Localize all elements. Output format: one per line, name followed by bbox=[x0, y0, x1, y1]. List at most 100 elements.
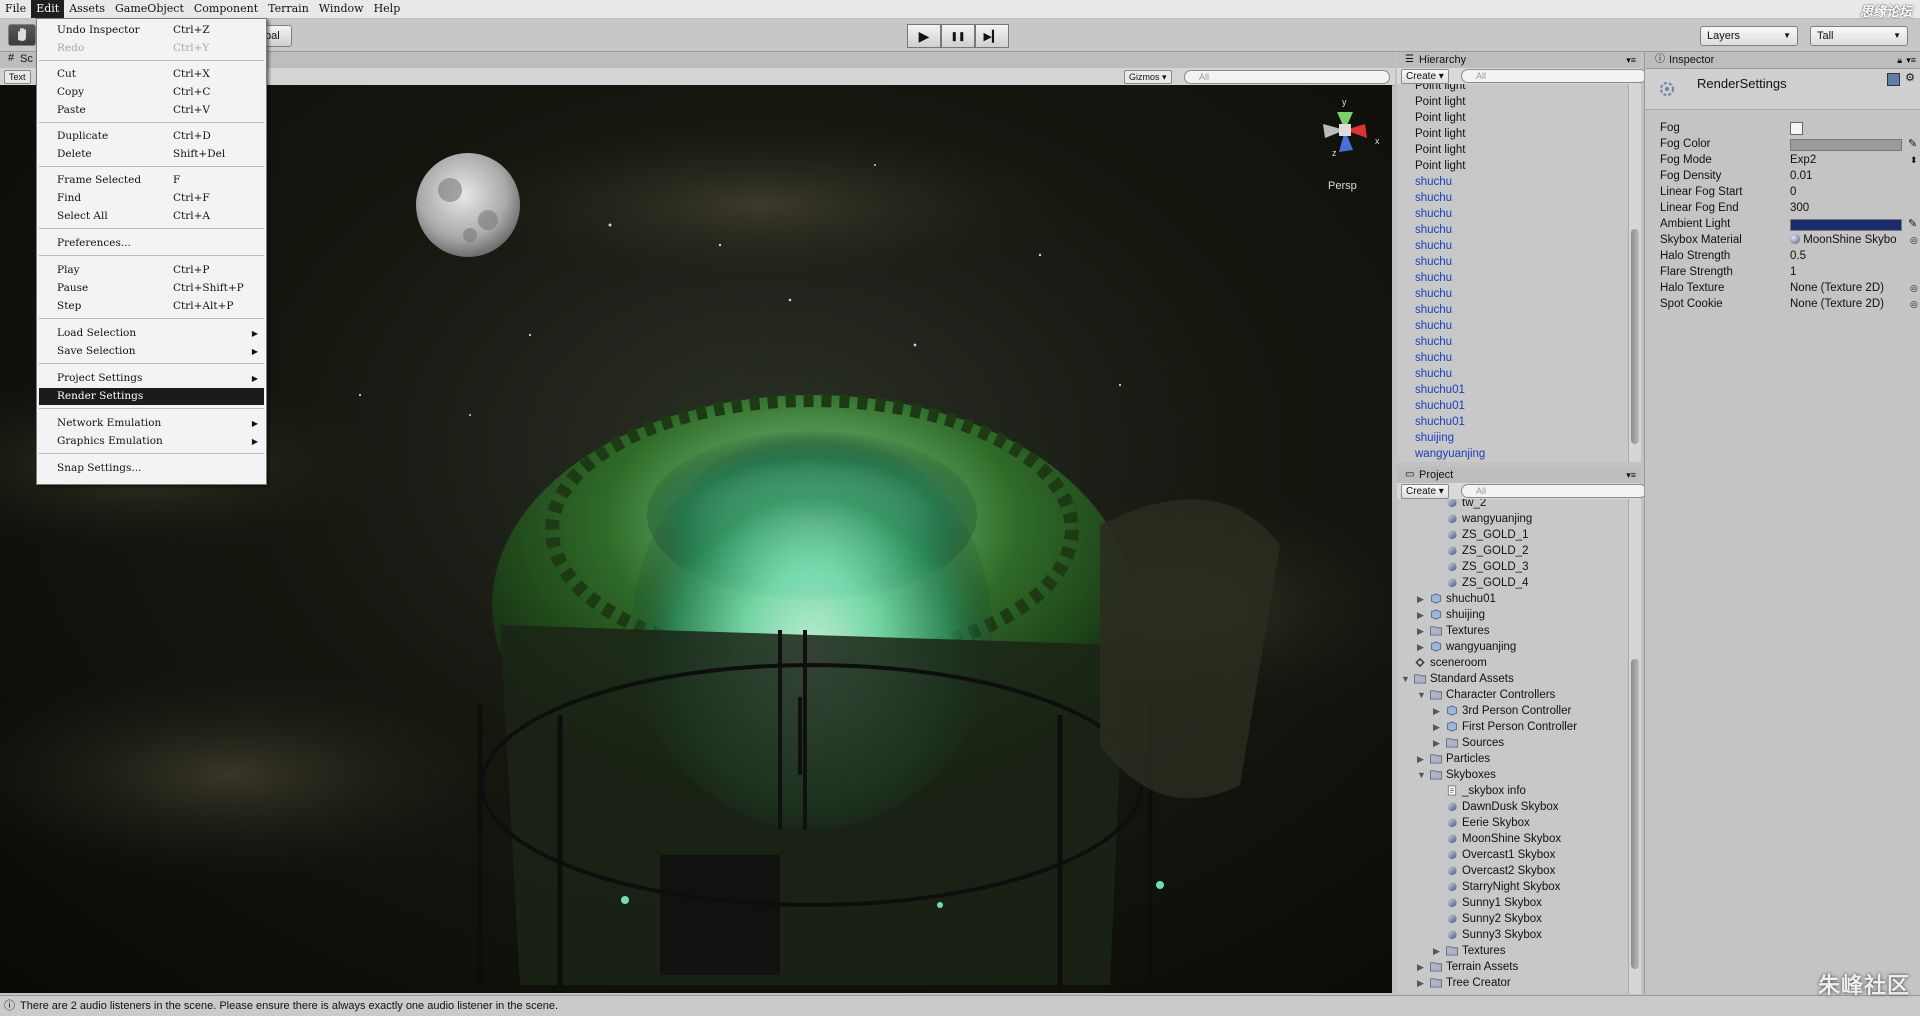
menu-item-paste[interactable]: Paste Ctrl+V bbox=[39, 102, 264, 119]
menu-item-load-selection[interactable]: Load Selection ▶ bbox=[39, 325, 264, 342]
list-item[interactable]: ▶ Particles bbox=[1397, 751, 1628, 767]
eyedropper-icon[interactable]: ✎ bbox=[1908, 136, 1917, 152]
list-item[interactable]: wangyuanjing bbox=[1397, 511, 1628, 527]
hierarchy-item[interactable]: Point light bbox=[1397, 94, 1628, 110]
scrollbar-thumb[interactable] bbox=[1631, 229, 1639, 444]
list-item[interactable]: ▶ Terrain Assets bbox=[1397, 959, 1628, 975]
panel-menu-icon[interactable]: ▾≡ bbox=[1626, 52, 1636, 68]
expand-arrow-icon[interactable]: ▶ bbox=[1417, 959, 1424, 975]
skybox-material-field[interactable]: MoonShine Skybo bbox=[1790, 232, 1897, 248]
step-button[interactable]: ▶▎ bbox=[975, 24, 1009, 48]
list-item[interactable]: _skybox info bbox=[1397, 783, 1628, 799]
menu-edit[interactable]: Edit bbox=[31, 0, 65, 18]
hierarchy-item[interactable]: shuchu bbox=[1397, 318, 1628, 334]
hierarchy-item[interactable]: shuchu bbox=[1397, 222, 1628, 238]
gear-icon[interactable]: ⚙ bbox=[1905, 71, 1915, 84]
menu-item-network-emulation[interactable]: Network Emulation ▶ bbox=[39, 415, 264, 432]
list-item[interactable]: ZS_GOLD_1 bbox=[1397, 527, 1628, 543]
menu-item-cut[interactable]: Cut Ctrl+X bbox=[39, 66, 264, 83]
linear-fog-start-field[interactable]: 0 bbox=[1790, 184, 1796, 200]
fog-density-field[interactable]: 0.01 bbox=[1790, 168, 1812, 184]
menu-gameobject[interactable]: GameObject bbox=[110, 0, 189, 18]
hand-tool-button[interactable] bbox=[8, 24, 36, 46]
list-item[interactable]: Eerie Skybox bbox=[1397, 815, 1628, 831]
flare-strength-field[interactable]: 1 bbox=[1790, 264, 1796, 280]
help-book-icon[interactable] bbox=[1887, 73, 1900, 86]
list-item[interactable]: ▼ Character Controllers bbox=[1397, 687, 1628, 703]
hierarchy-item[interactable]: shuchu bbox=[1397, 238, 1628, 254]
expand-arrow-icon[interactable]: ▶ bbox=[1417, 607, 1424, 623]
hierarchy-item[interactable]: shuchu bbox=[1397, 254, 1628, 270]
menu-item-duplicate[interactable]: Duplicate Ctrl+D bbox=[39, 128, 264, 145]
tab-project[interactable]: Project bbox=[1419, 467, 1453, 483]
hierarchy-item[interactable]: Point light bbox=[1397, 142, 1628, 158]
expand-arrow-icon[interactable]: ▶ bbox=[1433, 943, 1440, 959]
menu-window[interactable]: Window bbox=[314, 0, 369, 18]
hierarchy-item[interactable]: shuchu bbox=[1397, 334, 1628, 350]
menu-item-pause[interactable]: Pause Ctrl+Shift+P bbox=[39, 280, 264, 297]
list-item[interactable]: ▶ shuchu01 bbox=[1397, 591, 1628, 607]
expand-arrow-icon[interactable]: ▶ bbox=[1433, 735, 1440, 751]
list-item[interactable]: ZS_GOLD_2 bbox=[1397, 543, 1628, 559]
hierarchy-item[interactable]: shuchu bbox=[1397, 174, 1628, 190]
hierarchy-item[interactable]: shuchu bbox=[1397, 270, 1628, 286]
view-mode-label[interactable]: Persp bbox=[1328, 180, 1357, 192]
list-item[interactable]: Sunny2 Skybox bbox=[1397, 911, 1628, 927]
hierarchy-item[interactable]: Point light bbox=[1397, 84, 1628, 94]
list-item[interactable]: ▼ Standard Assets bbox=[1397, 671, 1628, 687]
menu-item-undo[interactable]: Undo Inspector Ctrl+Z bbox=[39, 22, 264, 39]
scene-search-input[interactable]: All bbox=[1184, 70, 1390, 84]
project-create-button[interactable]: Create ▾ bbox=[1401, 484, 1449, 499]
list-item[interactable]: Overcast2 Skybox bbox=[1397, 863, 1628, 879]
layers-dropdown[interactable]: Layers ▼ bbox=[1700, 26, 1798, 46]
expand-arrow-icon[interactable]: ▶ bbox=[1417, 639, 1424, 655]
hierarchy-item[interactable]: shuchu01 bbox=[1397, 398, 1628, 414]
expand-arrow-icon[interactable]: ▶ bbox=[1433, 719, 1440, 735]
halo-texture-field[interactable]: None (Texture 2D) bbox=[1790, 280, 1884, 296]
tab-hierarchy[interactable]: Hierarchy bbox=[1419, 52, 1466, 68]
menu-item-save-selection[interactable]: Save Selection ▶ bbox=[39, 343, 264, 360]
menu-item-copy[interactable]: Copy Ctrl+C bbox=[39, 84, 264, 101]
pause-button[interactable]: ❚❚ bbox=[941, 24, 975, 48]
hierarchy-item[interactable]: shuchu01 bbox=[1397, 414, 1628, 430]
list-item[interactable]: tw_2 bbox=[1397, 499, 1628, 511]
menu-file[interactable]: File bbox=[0, 0, 31, 18]
list-item[interactable]: ▶ wangyuanjing bbox=[1397, 639, 1628, 655]
lock-icon[interactable]: 🔒︎ bbox=[1897, 52, 1902, 68]
list-item[interactable]: ▶ Textures bbox=[1397, 623, 1628, 639]
hierarchy-item[interactable]: shuchu bbox=[1397, 206, 1628, 222]
list-item[interactable]: ZS_GOLD_4 bbox=[1397, 575, 1628, 591]
menu-item-delete[interactable]: Delete Shift+Del bbox=[39, 146, 264, 163]
status-message[interactable]: There are 2 audio listeners in the scene… bbox=[20, 996, 558, 1016]
list-item[interactable]: MoonShine Skybox bbox=[1397, 831, 1628, 847]
list-item[interactable]: ▶ Textures bbox=[1397, 943, 1628, 959]
hierarchy-item[interactable]: shuijing bbox=[1397, 430, 1628, 446]
hierarchy-item[interactable]: shuchu bbox=[1397, 302, 1628, 318]
project-search-input[interactable]: All bbox=[1461, 484, 1647, 498]
spot-cookie-field[interactable]: None (Texture 2D) bbox=[1790, 296, 1884, 312]
hierarchy-item[interactable]: shuchu bbox=[1397, 350, 1628, 366]
expand-arrow-icon[interactable]: ▶ bbox=[1417, 623, 1424, 639]
scrollbar-thumb[interactable] bbox=[1631, 659, 1639, 969]
gizmos-dropdown[interactable]: Gizmos ▾ bbox=[1124, 70, 1172, 84]
object-picker-icon[interactable]: ◎ bbox=[1910, 296, 1918, 312]
list-item[interactable]: ▼ Skyboxes bbox=[1397, 767, 1628, 783]
menu-item-frame-selected[interactable]: Frame Selected F bbox=[39, 172, 264, 189]
menu-item-find[interactable]: Find Ctrl+F bbox=[39, 190, 264, 207]
project-scrollbar[interactable] bbox=[1628, 499, 1641, 994]
list-item[interactable]: Overcast1 Skybox bbox=[1397, 847, 1628, 863]
list-item[interactable]: Sunny3 Skybox bbox=[1397, 927, 1628, 943]
menu-item-play[interactable]: Play Ctrl+P bbox=[39, 262, 264, 279]
panel-menu-icon[interactable]: ▾≡ bbox=[1906, 52, 1916, 68]
list-item[interactable]: ▶ First Person Controller bbox=[1397, 719, 1628, 735]
hierarchy-item[interactable]: shuchu bbox=[1397, 366, 1628, 382]
collapse-arrow-icon[interactable]: ▼ bbox=[1417, 767, 1426, 783]
tab-inspector[interactable]: Inspector bbox=[1669, 52, 1714, 68]
list-item[interactable]: ZS_GOLD_3 bbox=[1397, 559, 1628, 575]
menu-terrain[interactable]: Terrain bbox=[263, 0, 314, 18]
expand-arrow-icon[interactable]: ▶ bbox=[1417, 751, 1424, 767]
fog-mode-dropdown[interactable]: Exp2 bbox=[1790, 152, 1816, 168]
menu-item-select-all[interactable]: Select All Ctrl+A bbox=[39, 208, 264, 225]
hierarchy-create-button[interactable]: Create ▾ bbox=[1401, 69, 1449, 84]
play-button[interactable]: ▶ bbox=[907, 24, 941, 48]
